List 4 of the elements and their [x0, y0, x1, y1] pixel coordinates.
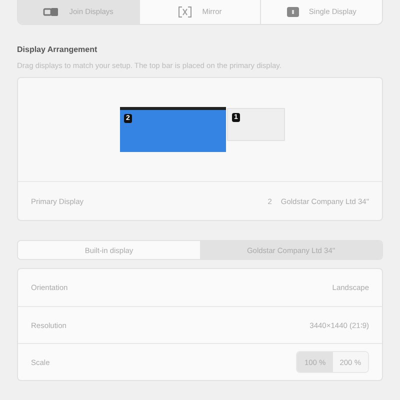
display-icon [286, 7, 299, 17]
mirror-icon [178, 6, 192, 18]
section-title: Display Arrangement [17, 44, 98, 56]
join-icon [43, 7, 60, 17]
